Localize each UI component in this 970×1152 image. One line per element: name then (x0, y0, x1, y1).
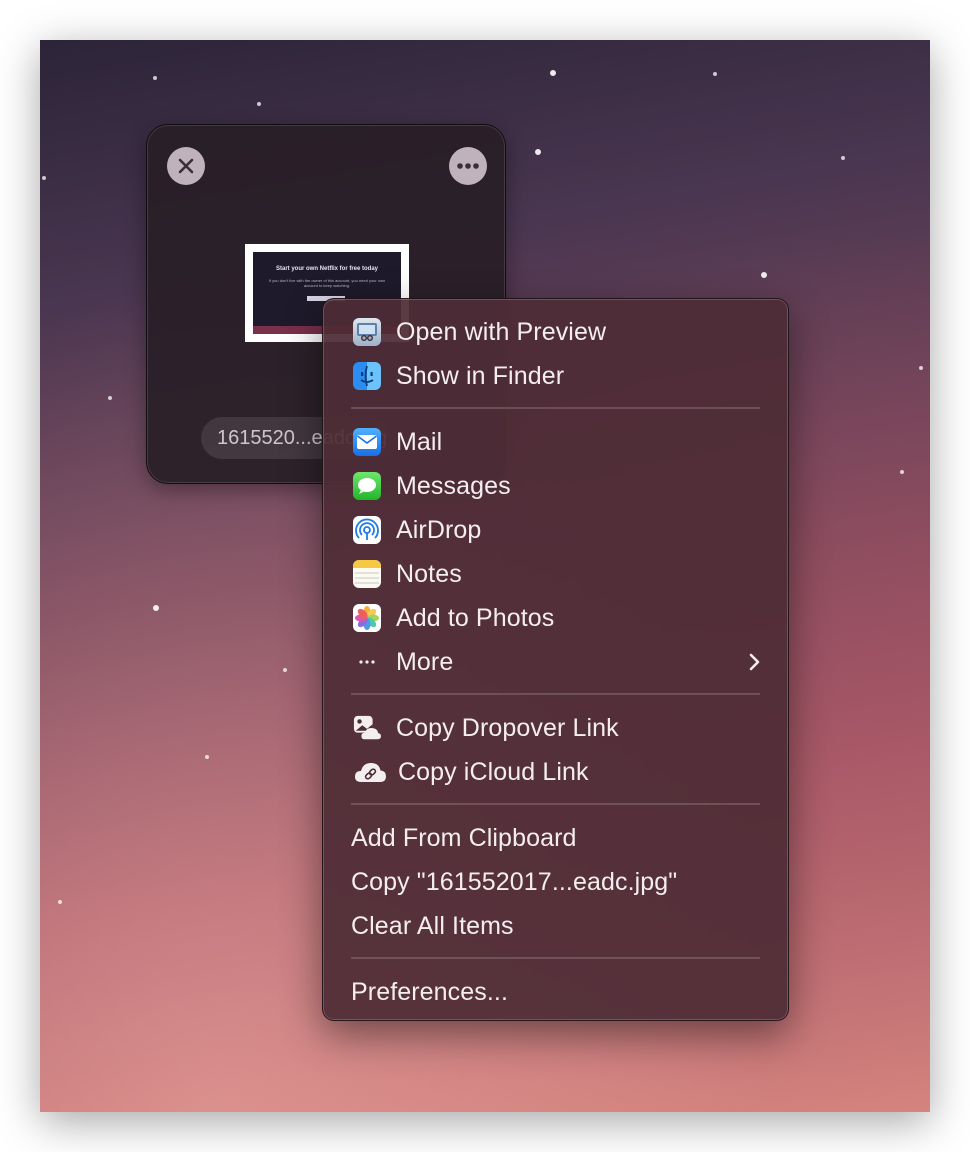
star (42, 176, 46, 180)
menu-separator (351, 803, 760, 805)
star (761, 272, 767, 278)
icloud-link-icon (353, 758, 387, 786)
close-shelf-button[interactable] (167, 147, 205, 185)
star (283, 668, 287, 672)
photos-app-icon (353, 604, 381, 632)
menu-item-add-from-clipboard[interactable]: Add From Clipboard (323, 816, 788, 860)
menu-item-clear-all-items[interactable]: Clear All Items (323, 904, 788, 948)
menu-item-mail[interactable]: Mail (323, 420, 788, 464)
menu-item-label: Copy "161552017...eadc.jpg" (351, 867, 678, 896)
menu-separator (351, 693, 760, 695)
star (257, 102, 261, 106)
menu-item-airdrop[interactable]: AirDrop (323, 508, 788, 552)
menu-item-copy-icloud-link[interactable]: Copy iCloud Link (323, 750, 788, 794)
chevron-right-icon (749, 653, 760, 671)
menu-item-open-with-preview[interactable]: Open with Preview (323, 310, 788, 354)
menu-item-copy-file[interactable]: Copy "161552017...eadc.jpg" (323, 860, 788, 904)
star (108, 396, 112, 400)
menu-item-label: Copy iCloud Link (398, 757, 589, 786)
menu-item-label: Messages (396, 471, 511, 500)
shelf-options-button[interactable] (449, 147, 487, 185)
finder-app-icon (353, 362, 381, 390)
menu-separator (351, 407, 760, 409)
menu-item-label: Add From Clipboard (351, 823, 577, 852)
star (205, 755, 209, 759)
menu-item-more[interactable]: More (323, 640, 788, 684)
menu-item-label: Clear All Items (351, 911, 514, 940)
thumbnail-subtitle: If you don't live with the owner of this… (268, 278, 386, 288)
menu-item-label: Copy Dropover Link (396, 713, 619, 742)
airdrop-icon (353, 516, 381, 544)
star (153, 76, 157, 80)
menu-separator (351, 957, 760, 959)
menu-item-messages[interactable]: Messages (323, 464, 788, 508)
menu-item-copy-dropover-link[interactable]: Copy Dropover Link (323, 706, 788, 750)
star (713, 72, 717, 76)
notes-app-icon (353, 560, 381, 588)
star (841, 156, 845, 160)
menu-item-label: Add to Photos (396, 603, 555, 632)
menu-item-label: Mail (396, 427, 443, 456)
star (919, 366, 923, 370)
menu-item-label: Preferences... (351, 977, 509, 1006)
star (153, 605, 159, 611)
menu-item-label: AirDrop (396, 515, 482, 544)
menu-item-label: Open with Preview (396, 317, 607, 346)
star (550, 70, 556, 76)
menu-item-show-in-finder[interactable]: Show in Finder (323, 354, 788, 398)
menu-item-label: Show in Finder (396, 361, 565, 390)
ellipsis-icon (457, 163, 479, 169)
menu-item-preferences[interactable]: Preferences... (323, 970, 788, 1014)
close-icon (178, 158, 194, 174)
menu-item-label: More (396, 647, 454, 676)
thumbnail-title: Start your own Netflix for free today (275, 266, 378, 272)
star (535, 149, 541, 155)
menu-item-add-to-photos[interactable]: Add to Photos (323, 596, 788, 640)
ellipsis-icon (353, 648, 381, 676)
star (58, 900, 62, 904)
menu-item-notes[interactable]: Notes (323, 552, 788, 596)
context-menu: Open with Preview Show in Finder Mail Me… (322, 298, 789, 1021)
menu-item-label: Notes (396, 559, 462, 588)
star (900, 470, 904, 474)
preview-app-icon (353, 318, 381, 346)
mail-app-icon (353, 428, 381, 456)
messages-app-icon (353, 472, 381, 500)
dropover-link-icon (353, 714, 381, 742)
